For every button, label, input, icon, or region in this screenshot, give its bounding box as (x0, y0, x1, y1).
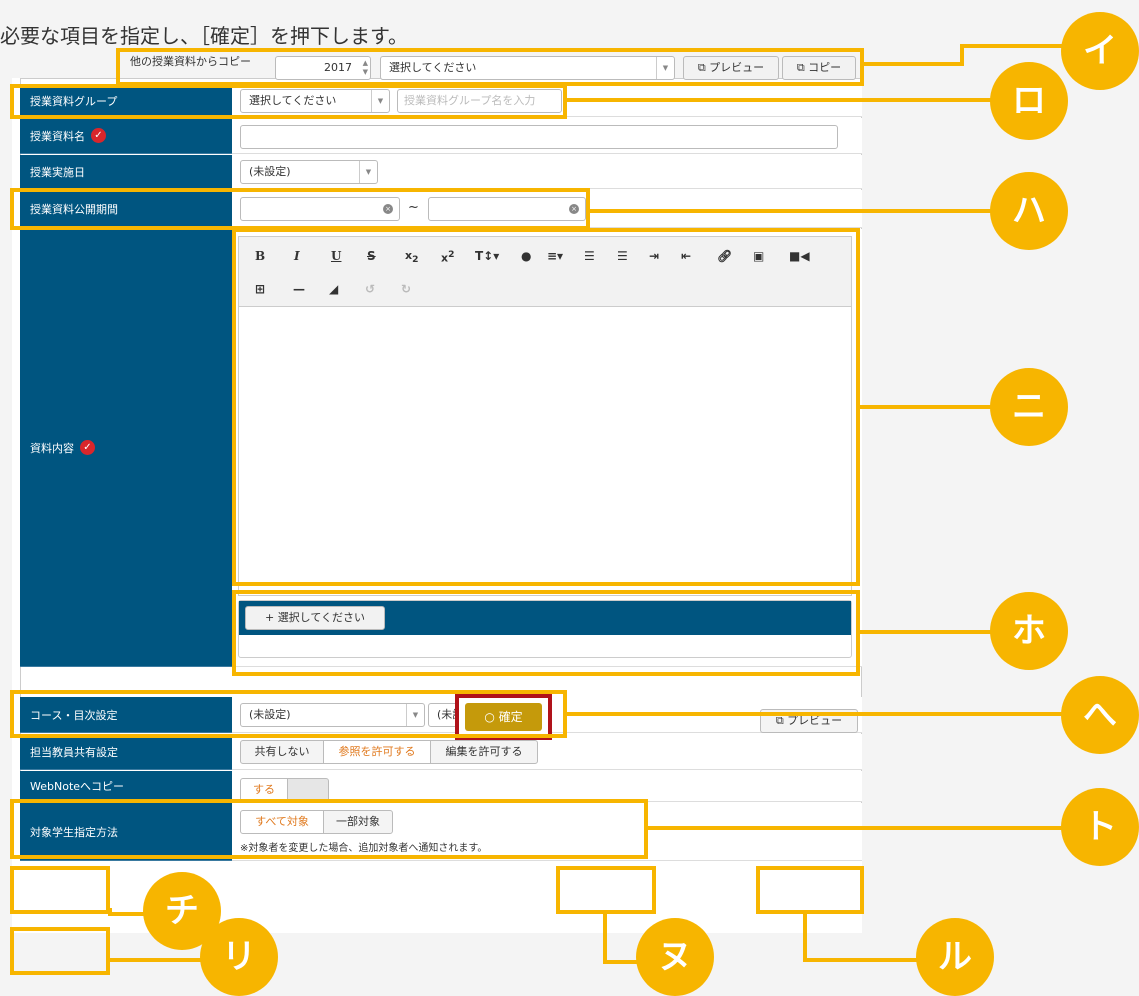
callout-ro: ロ (990, 62, 1068, 140)
callout-box-i (116, 48, 864, 86)
callout-box-he (10, 690, 567, 738)
connector-ha (590, 209, 1000, 213)
connector-ru (803, 914, 807, 962)
callout-box-to (10, 799, 648, 859)
callout-box-ri (10, 927, 110, 975)
callout-ha: ハ (990, 172, 1068, 250)
callout-nu: ヌ (636, 918, 714, 996)
label-date: 授業実施日 (20, 155, 232, 189)
connector-i (864, 62, 964, 66)
material-name-input[interactable] (240, 125, 838, 149)
callout-box-ha (10, 188, 590, 230)
connector-ho (860, 630, 1000, 634)
instruction-text: 必要な項目を指定し、［確定］を押下します。 (0, 24, 408, 48)
connector-nu (603, 914, 607, 964)
connector-ri (108, 958, 208, 962)
callout-ho: ホ (990, 592, 1068, 670)
connector-to (648, 826, 1088, 830)
callout-to: ト (1061, 788, 1139, 866)
callout-ri: リ (200, 918, 278, 996)
callout-box-ru (756, 866, 864, 914)
connector-i3 (960, 44, 1070, 48)
connector-ni (860, 405, 1000, 409)
connector-ro (567, 98, 997, 102)
required-check-icon: ✓ (80, 440, 95, 455)
callout-box-ni (232, 228, 860, 586)
share-view-option[interactable]: 参照を許可する (323, 740, 431, 764)
required-check-icon: ✓ (91, 128, 106, 143)
share-none-option[interactable]: 共有しない (240, 740, 324, 764)
callout-box-ro (10, 84, 567, 119)
connector-he (567, 712, 1087, 716)
label-content: 資料内容 ✓ (20, 229, 232, 667)
share-edit-option[interactable]: 編集を許可する (430, 740, 538, 764)
callout-ni: ニ (990, 368, 1068, 446)
connector-ru2 (803, 958, 918, 962)
label-share: 担当教員共有設定 (20, 734, 232, 770)
callout-box-nu (556, 866, 656, 914)
date-select[interactable]: (未設定) ▼ (240, 160, 378, 184)
callout-he: へ (1061, 676, 1139, 754)
callout-box-chi (10, 866, 110, 914)
callout-i: イ (1061, 12, 1139, 90)
label-name: 授業資料名 ✓ (20, 118, 232, 154)
callout-box-ho (232, 590, 860, 676)
callout-ru: ル (916, 918, 994, 996)
chevron-down-icon: ▼ (359, 161, 377, 183)
label-webnote: WebNoteへコピー (20, 771, 232, 802)
